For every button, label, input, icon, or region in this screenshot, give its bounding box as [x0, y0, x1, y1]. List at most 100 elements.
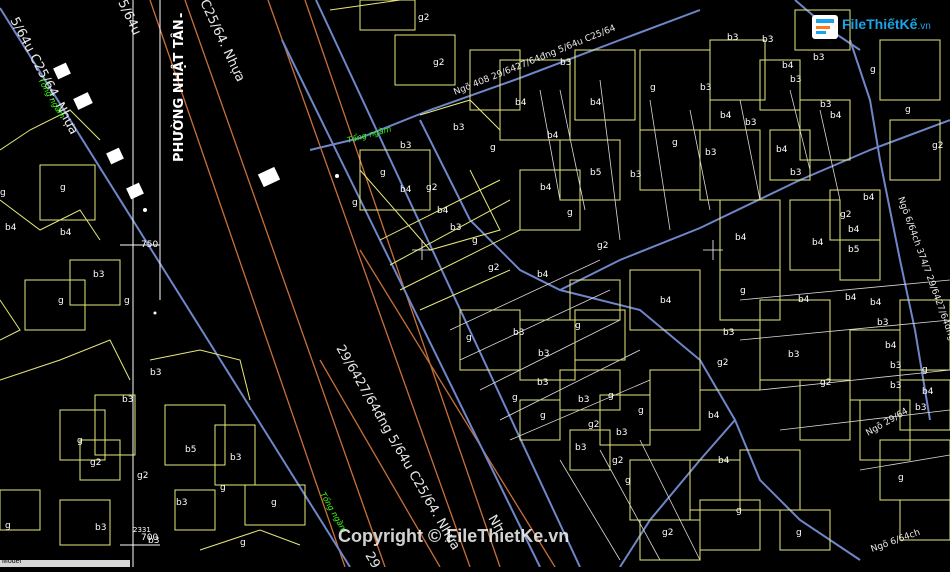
parcel-label: b3	[93, 270, 104, 280]
parcel-label: b4	[400, 185, 412, 195]
parcel-label: g	[650, 83, 656, 93]
status-bar[interactable]: Model	[0, 558, 130, 567]
parcel-label: b4	[798, 295, 810, 305]
parcel-label: b4	[547, 131, 559, 141]
parcel-label: b4	[735, 233, 747, 243]
parcel-label: b4	[922, 387, 934, 397]
parcel-label: b3	[150, 368, 161, 378]
parcel-label: b4	[437, 206, 449, 216]
parcel-label: g	[575, 321, 581, 331]
parcel-label: b3	[790, 75, 801, 85]
parcel-label: g2	[488, 263, 499, 273]
ward-label: PHƯỜNG NHẬT TÂN	[171, 19, 187, 162]
parcel-label: g	[740, 286, 746, 296]
parcel-label: g	[625, 476, 631, 486]
parcel-label: b3	[176, 498, 187, 508]
parcel-label: b4	[537, 270, 549, 280]
parcel-label: b4	[776, 145, 788, 155]
parcel-label: b3	[813, 53, 824, 63]
cad-map-viewport[interactable]: 29/6427/64đng 5/64u C25/64. Nhựa C25/64.…	[0, 0, 950, 571]
parcel-label: b5	[848, 245, 859, 255]
parcel-label: b4	[848, 225, 860, 235]
logo-text: FileThiếtKế.vn	[842, 16, 931, 32]
parcel-label: b3	[723, 328, 734, 338]
parcel-label: b3	[762, 35, 773, 45]
parcel-label: b4	[590, 98, 602, 108]
parcel-label: g	[77, 436, 83, 446]
parcel-label: g	[922, 365, 928, 375]
status-bar-label[interactable]: Model	[2, 558, 21, 565]
parcel-label: b4	[885, 341, 897, 351]
parcel-label: b4	[863, 193, 875, 203]
parcel-label: g	[472, 236, 478, 246]
parcel-label: g2	[820, 378, 831, 388]
parcel-label: b3	[727, 33, 738, 43]
parcel-label: b4	[5, 223, 17, 233]
parcel-label: b3	[538, 349, 549, 359]
parcel-label: b5	[185, 445, 196, 455]
parcel-label: g2	[418, 13, 429, 23]
parcel-label: b4	[718, 456, 730, 466]
parcel-label: b3	[560, 58, 571, 68]
parcel-label: g	[638, 406, 644, 416]
parcel-label: g	[124, 296, 130, 306]
parcel-label: g	[220, 483, 226, 493]
parcel-label: b4	[708, 411, 720, 421]
parcel-label: b4	[60, 228, 72, 238]
parcel-label: g	[905, 105, 911, 115]
parcel-label: g	[608, 391, 614, 401]
parcel-label: g	[870, 65, 876, 75]
parcel-label: g2	[932, 141, 943, 151]
parcel-label: b4	[870, 298, 882, 308]
parcel-label: g	[0, 188, 6, 198]
parcel-label: b3	[890, 381, 901, 391]
cad-map-canvas[interactable]: 29/6427/64đng 5/64u C25/64. Nhựa C25/64.…	[0, 0, 950, 571]
parcel-label: b3	[230, 453, 241, 463]
parcel-label: g	[5, 521, 11, 531]
parcel-label: b3	[630, 170, 641, 180]
parcel-label: b3	[537, 378, 548, 388]
parcel-label: b3	[578, 395, 589, 405]
logo-brand: FileThiếtKế	[842, 16, 918, 32]
copyright-watermark: Copyright © FileThietKe.vn	[338, 526, 570, 546]
parcel-label: b3	[400, 141, 411, 151]
parcel-label: b3	[820, 100, 831, 110]
parcel-label: g	[796, 528, 802, 538]
parcel-label: b3	[450, 223, 461, 233]
parcel-label: b4	[782, 61, 794, 71]
parcel-label: g	[490, 143, 496, 153]
parcel-label: b4	[515, 98, 527, 108]
parcel-label: g	[466, 333, 472, 343]
parcel-label: g2	[840, 210, 851, 220]
parcel-label: b4	[660, 296, 672, 306]
parcel-label: g2	[597, 241, 608, 251]
parcel-label: b4	[845, 293, 857, 303]
parcel-label: g	[271, 498, 277, 508]
parcel-label: g2	[612, 456, 623, 466]
parcel-label: b3	[148, 536, 159, 546]
parcel-label: b3	[705, 148, 716, 158]
parcel-label: g2	[433, 58, 444, 68]
parcel-label: b3	[700, 83, 711, 93]
parcel-label: b4	[720, 111, 732, 121]
parcel-label: b3	[453, 123, 464, 133]
parcel-label: b3	[877, 318, 888, 328]
parcel-label: g2	[137, 471, 148, 481]
parcel-label: g	[672, 138, 678, 148]
parcel-label: g	[58, 296, 64, 306]
parcel-label: g	[898, 473, 904, 483]
parcel-label: b4	[812, 238, 824, 248]
parcel-label: b3	[575, 443, 586, 453]
parcel-label: g2	[662, 528, 673, 538]
parcel-label: b3	[616, 428, 627, 438]
parcel-label: g2	[717, 358, 728, 368]
parcel-label: b3	[788, 350, 799, 360]
parcel-label: b3	[745, 118, 756, 128]
parcel-label: b3	[95, 523, 106, 533]
parcel-label: b3	[915, 403, 926, 413]
parcel-label: g2	[90, 458, 101, 468]
parcel-label: b4	[830, 111, 842, 121]
logo-tld: .vn	[917, 21, 931, 32]
coord-2331: 2331	[133, 526, 151, 534]
coord-750: 750	[141, 240, 158, 250]
